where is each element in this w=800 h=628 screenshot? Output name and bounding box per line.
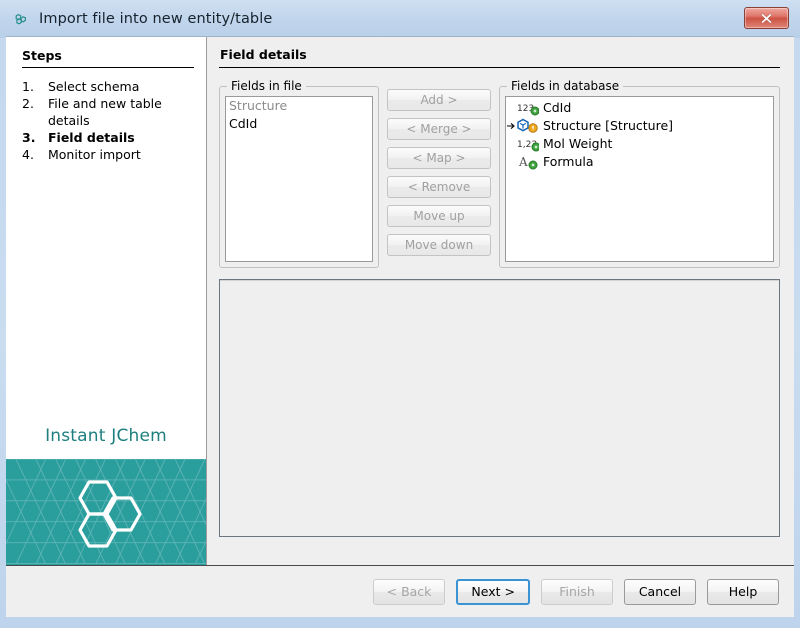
step-label: Select schema <box>48 78 139 95</box>
fields-in-file-legend: Fields in file <box>227 79 306 93</box>
step-item-4: 4. Monitor import <box>22 146 206 163</box>
step-item-3-current: 3. Field details <box>22 129 206 146</box>
branding-area: Instant JChem <box>6 426 206 565</box>
close-icon <box>760 12 773 25</box>
svg-text:A: A <box>518 155 528 169</box>
close-button[interactable] <box>744 7 789 29</box>
back-button[interactable]: < Back <box>373 579 446 605</box>
field-label: Structure [Structure] <box>543 117 673 135</box>
next-button[interactable]: Next > <box>456 579 530 605</box>
step-number: 1. <box>22 78 48 95</box>
title-bar: Import file into new entity/table <box>0 0 800 38</box>
text-field-icon: A <box>517 154 543 170</box>
jchem-hexagon-logo <box>67 476 145 548</box>
list-item[interactable]: Structure <box>226 97 372 115</box>
step-number: 3. <box>22 129 48 146</box>
steps-sidebar: Steps 1. Select schema 2. File and new t… <box>6 37 207 565</box>
fields-in-file-list[interactable]: Structure CdId <box>225 96 373 262</box>
steps-heading: Steps <box>22 48 194 68</box>
list-item[interactable]: CdId <box>226 115 372 133</box>
remove-button[interactable]: < Remove <box>387 176 491 198</box>
move-up-button[interactable]: Move up <box>387 205 491 227</box>
step-item-1: 1. Select schema <box>22 78 206 95</box>
move-down-button[interactable]: Move down <box>387 234 491 256</box>
content-panel: Field details Fields in file Structure C… <box>207 37 794 565</box>
fields-in-database-legend: Fields in database <box>507 79 623 93</box>
mapped-arrow-icon <box>506 121 517 131</box>
help-button[interactable]: Help <box>707 579 779 605</box>
step-label: File and new table details <box>48 95 206 129</box>
cancel-button[interactable]: Cancel <box>624 579 696 605</box>
structure-field-icon <box>517 118 543 134</box>
merge-button[interactable]: < Merge > <box>387 118 491 140</box>
list-item[interactable]: Structure [Structure] <box>506 117 773 135</box>
field-label: Formula <box>543 153 594 171</box>
dialog-body: Steps 1. Select schema 2. File and new t… <box>6 37 794 565</box>
add-button[interactable]: Add > <box>387 89 491 111</box>
fields-in-database-list[interactable]: 123 CdId <box>505 96 774 262</box>
list-item[interactable]: A Formula <box>506 153 773 171</box>
finish-button[interactable]: Finish <box>541 579 613 605</box>
list-item[interactable]: 1,23 Mol Weight <box>506 135 773 153</box>
page-title: Field details <box>219 47 780 68</box>
list-item[interactable]: 123 CdId <box>506 99 773 117</box>
step-item-2: 2. File and new table details <box>22 95 206 129</box>
fields-in-file-group: Fields in file Structure CdId <box>219 86 379 268</box>
field-mapping-row: Fields in file Structure CdId Add > < Me… <box>219 86 780 268</box>
integer-field-icon: 123 <box>517 100 543 116</box>
dialog-window: Import file into new entity/table Steps … <box>0 0 800 628</box>
molecule-icon <box>12 10 31 29</box>
content-bottom-spacer <box>219 537 780 565</box>
step-label: Monitor import <box>48 146 141 163</box>
window-title: Import file into new entity/table <box>39 11 272 27</box>
field-preview-panel[interactable] <box>219 279 780 537</box>
step-number: 2. <box>22 95 48 129</box>
dialog-footer: < Back Next > Finish Cancel Help <box>6 565 794 617</box>
brand-artwork <box>6 459 206 565</box>
fields-in-database-group: Fields in database 123 <box>499 86 780 268</box>
field-label: Mol Weight <box>543 135 612 153</box>
steps-list: 1. Select schema 2. File and new table d… <box>22 78 206 163</box>
step-number: 4. <box>22 146 48 163</box>
dialog-client-area: Steps 1. Select schema 2. File and new t… <box>6 36 794 617</box>
mapping-action-buttons: Add > < Merge > < Map > < Remove Move up… <box>387 89 491 256</box>
decimal-field-icon: 1,23 <box>517 136 543 152</box>
step-label: Field details <box>48 129 135 146</box>
brand-name: Instant JChem <box>6 426 206 459</box>
map-button[interactable]: < Map > <box>387 147 491 169</box>
field-label: CdId <box>543 99 571 117</box>
